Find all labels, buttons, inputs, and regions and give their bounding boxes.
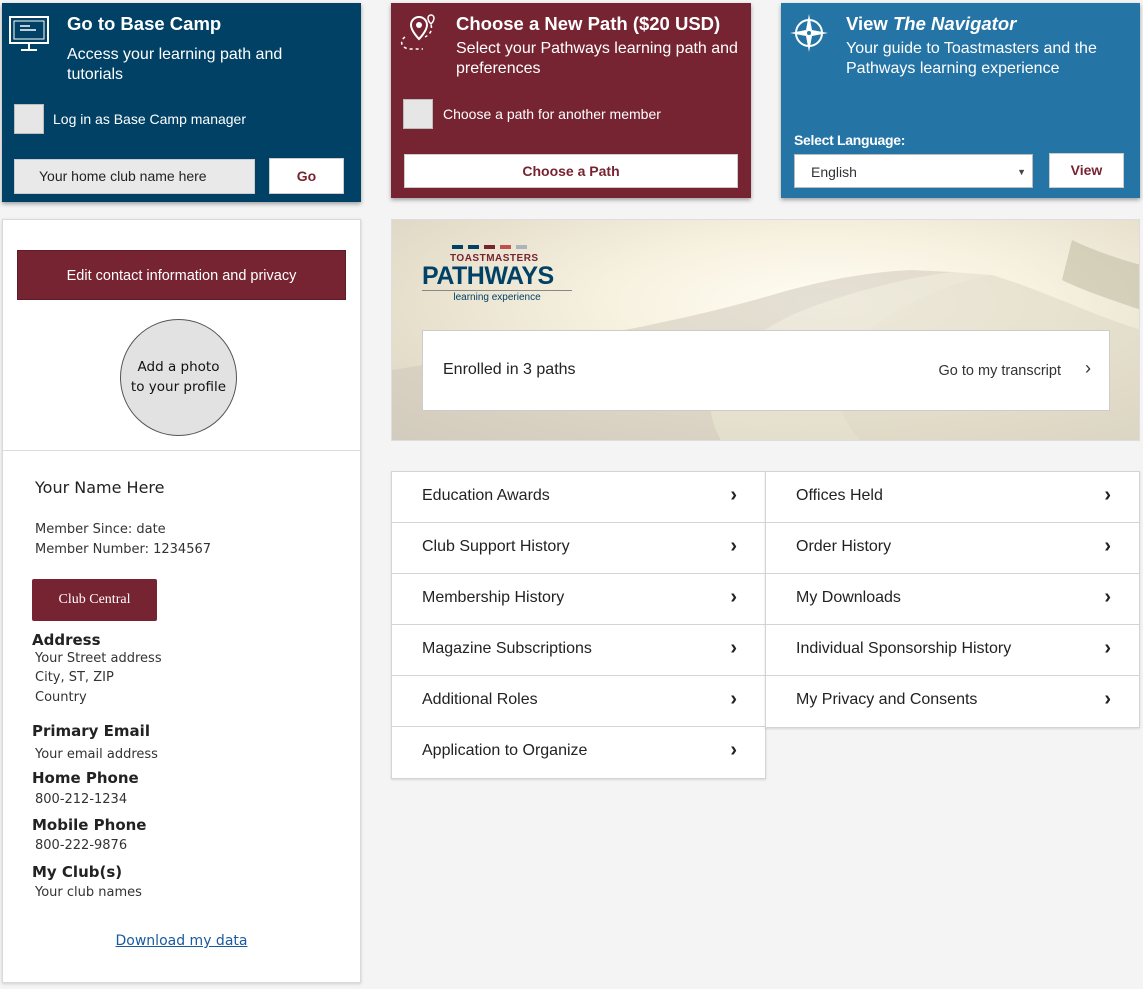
base-camp-manager-checkbox[interactable] (14, 104, 44, 134)
address-heading: Address (32, 631, 101, 649)
logo-bar (516, 245, 527, 249)
add-photo-avatar[interactable]: Add a photo to your profile (120, 319, 237, 436)
email-heading: Primary Email (32, 722, 150, 740)
navigator-subtitle: Your guide to Toastmasters and the Pathw… (846, 40, 1097, 77)
menu-item-label: Magazine Subscriptions (422, 640, 592, 657)
navigator-card: View The Navigator Your guide to Toastma… (781, 3, 1140, 198)
other-member-label[interactable]: Choose a path for another member (443, 106, 661, 122)
download-data-link[interactable]: Download my data (3, 933, 360, 949)
menu-item-label: Additional Roles (422, 691, 538, 708)
menu-item-label: My Privacy and Consents (796, 691, 978, 708)
logo-bar (484, 245, 495, 249)
account-menu-right: Offices Held › Order History › My Download… (765, 471, 1140, 728)
menu-item-label: Individual Sponsorship History (796, 640, 1012, 657)
logo-bar (500, 245, 511, 249)
profile-divider (3, 450, 360, 451)
other-member-checkbox[interactable] (403, 99, 433, 129)
menu-item-label: Membership History (422, 589, 565, 606)
address-line-2: City, ST, ZIP (35, 670, 114, 685)
club-central-button[interactable]: Club Central (32, 579, 157, 621)
transcript-link[interactable]: Go to my transcript (939, 363, 1061, 379)
profile-panel: Edit contact information and privacy Add… (2, 219, 361, 983)
chevron-right-icon[interactable]: › (1085, 358, 1091, 379)
map-pin-path-icon (400, 14, 435, 50)
go-button[interactable]: Go (269, 158, 344, 194)
computer-monitor-icon (9, 16, 49, 51)
chevron-right-icon: › (730, 688, 737, 710)
menu-item-label: Offices Held (796, 487, 883, 504)
menu-item-application-to-organize[interactable]: Application to Organize › (392, 727, 765, 778)
enrolled-count: Enrolled in 3 paths (443, 361, 576, 378)
member-since: Member Since: date (35, 522, 166, 537)
enrolled-box: Enrolled in 3 paths Go to my transcript … (422, 330, 1110, 411)
base-camp-card: Go to Base Camp Access your learning pat… (2, 3, 361, 202)
menu-item-individual-sponsorship-history[interactable]: Individual Sponsorship History › (766, 625, 1139, 676)
language-select-value: English (811, 164, 857, 180)
menu-item-label: Order History (796, 538, 892, 555)
base-camp-manager-label[interactable]: Log in as Base Camp manager (53, 111, 246, 127)
menu-item-label: Education Awards (422, 487, 550, 504)
mobile-phone-heading: Mobile Phone (32, 816, 147, 834)
clubs-heading: My Club(s) (32, 863, 123, 881)
new-path-title[interactable]: Choose a New Path ($20 USD) (456, 13, 720, 35)
menu-item-my-downloads[interactable]: My Downloads › (766, 574, 1139, 625)
choose-path-button[interactable]: Choose a Path (404, 154, 738, 188)
chevron-right-icon: › (1104, 535, 1111, 557)
chevron-right-icon: › (1104, 637, 1111, 659)
menu-item-offices-held[interactable]: Offices Held › (766, 472, 1139, 523)
logo-bars (452, 245, 577, 249)
menu-item-education-awards[interactable]: Education Awards › (392, 472, 765, 523)
navigator-title[interactable]: View The Navigator (846, 13, 1016, 35)
logo-bar (452, 245, 463, 249)
chevron-right-icon: › (730, 637, 737, 659)
chevron-right-icon: › (730, 586, 737, 608)
chevron-right-icon: › (1104, 688, 1111, 710)
address-line-3: Country (35, 690, 87, 705)
base-camp-subtitle: Access your learning path and tutorials (67, 46, 283, 83)
pathways-logo: TOASTMASTERS PATHWAYS learning experienc… (422, 245, 577, 307)
menu-item-label: Application to Organize (422, 742, 588, 759)
new-path-subtitle: Select your Pathways learning path and p… (456, 40, 738, 77)
member-name: Your Name Here (35, 478, 165, 497)
chevron-right-icon: › (1104, 484, 1111, 506)
address-line-1: Your Street address (35, 651, 162, 666)
logo-pathways: PATHWAYS (422, 262, 554, 290)
mobile-phone-value: 800-222-9876 (35, 838, 128, 853)
menu-item-club-support-history[interactable]: Club Support History › (392, 523, 765, 574)
menu-item-my-privacy-and-consents[interactable]: My Privacy and Consents › (766, 676, 1139, 727)
email-value: Your email address (35, 747, 158, 762)
language-label: Select Language: (794, 132, 906, 148)
new-path-card: Choose a New Path ($20 USD) Select your … (391, 3, 751, 198)
menu-item-order-history[interactable]: Order History › (766, 523, 1139, 574)
compass-icon (790, 14, 828, 52)
view-button[interactable]: View (1049, 153, 1124, 188)
logo-learning-experience: learning experience (422, 290, 572, 303)
account-menu-left: Education Awards › Club Support History › … (391, 471, 766, 779)
chevron-right-icon: › (1104, 586, 1111, 608)
home-phone-value: 800-212-1234 (35, 792, 128, 807)
chevron-right-icon: › (730, 484, 737, 506)
home-club-input[interactable]: Your home club name here (14, 159, 255, 194)
pathways-banner: TOASTMASTERS PATHWAYS learning experienc… (391, 219, 1140, 441)
menu-item-additional-roles[interactable]: Additional Roles › (392, 676, 765, 727)
menu-item-membership-history[interactable]: Membership History › (392, 574, 765, 625)
logo-bar (468, 245, 479, 249)
menu-item-magazine-subscriptions[interactable]: Magazine Subscriptions › (392, 625, 765, 676)
navigator-title-emph: The Navigator (892, 13, 1017, 34)
base-camp-title[interactable]: Go to Base Camp (67, 13, 221, 35)
clubs-value: Your club names (35, 885, 142, 900)
menu-item-label: Club Support History (422, 538, 570, 555)
edit-contact-button[interactable]: Edit contact information and privacy (17, 250, 346, 300)
language-select[interactable]: English ▼ (794, 154, 1033, 188)
add-photo-label: Add a photo to your profile (130, 359, 227, 395)
dropdown-arrow-icon: ▼ (1017, 167, 1026, 177)
chevron-right-icon: › (730, 535, 737, 557)
chevron-right-icon: › (730, 739, 737, 761)
home-phone-heading: Home Phone (32, 769, 139, 787)
navigator-title-prefix: View (846, 13, 893, 34)
member-number: Member Number: 1234567 (35, 542, 212, 557)
menu-item-label: My Downloads (796, 589, 901, 606)
